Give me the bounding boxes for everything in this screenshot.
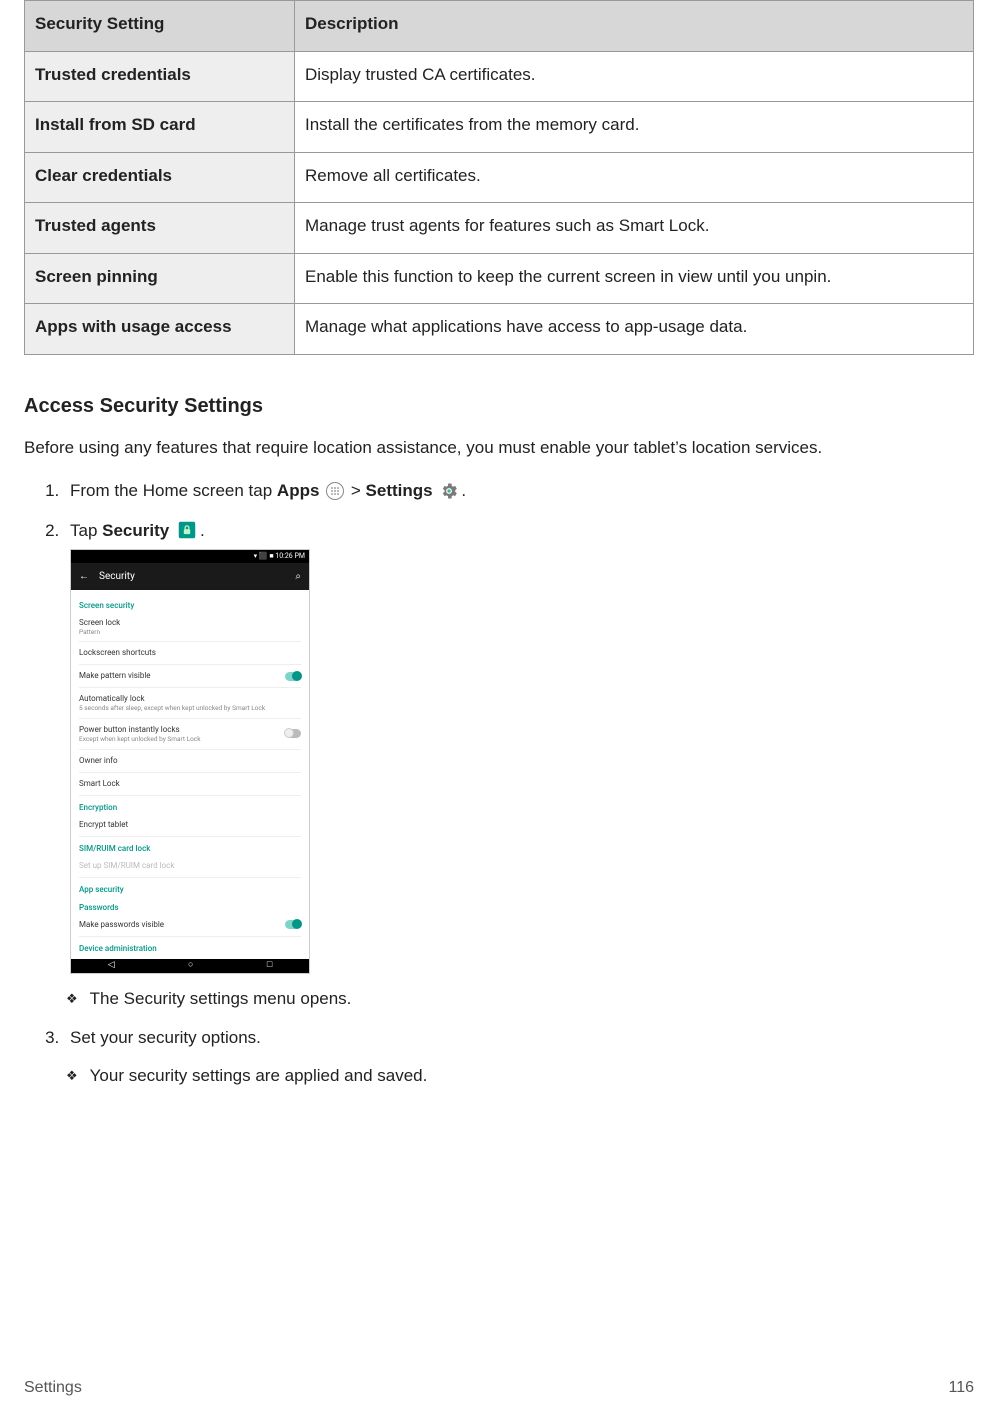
setting-name: Apps with usage access (25, 304, 295, 355)
toggle-off-icon (285, 729, 301, 738)
row-smart-lock: Smart Lock (79, 773, 301, 796)
row-make-pattern-visible: Make pattern visible (79, 665, 301, 688)
setting-desc: Install the certificates from the memory… (295, 102, 974, 153)
table-row: Screen pinning Enable this function to k… (25, 253, 974, 304)
back-arrow-icon: ← (79, 569, 89, 584)
nav-back-icon: ◁ (108, 959, 115, 973)
status-bar: ▾ ⬛ ■ 10:26 PM (71, 550, 309, 563)
setting-desc: Manage what applications have access to … (295, 304, 974, 355)
search-icon: ⌕ (295, 569, 301, 584)
setting-desc: Manage trust agents for features such as… (295, 203, 974, 254)
intro-paragraph: Before using any features that require l… (24, 435, 974, 461)
table-row: Clear credentials Remove all certificate… (25, 152, 974, 203)
category-encryption: Encryption (79, 802, 301, 814)
category-passwords: Passwords (79, 902, 301, 914)
apps-icon (326, 482, 344, 500)
table-row: Install from SD card Install the certifi… (25, 102, 974, 153)
step-3: Set your security options. Your security… (64, 1025, 974, 1088)
category-screen-security: Screen security (79, 600, 301, 612)
app-bar: ← Security ⌕ (71, 563, 309, 590)
toggle-on-icon (285, 672, 301, 681)
table-row: Apps with usage access Manage what appli… (25, 304, 974, 355)
row-encrypt-tablet: Encrypt tablet (79, 814, 301, 837)
row-make-pw-visible: Make passwords visible (79, 914, 301, 937)
table-row: Trusted credentials Display trusted CA c… (25, 51, 974, 102)
settings-gear-icon (439, 481, 459, 501)
security-settings-table: Security Setting Description Trusted cre… (24, 0, 974, 355)
section-heading-access-security: Access Security Settings (24, 391, 974, 421)
setting-name: Screen pinning (25, 253, 295, 304)
setting-name: Trusted agents (25, 203, 295, 254)
setting-name: Install from SD card (25, 102, 295, 153)
setting-name: Clear credentials (25, 152, 295, 203)
setting-name: Trusted credentials (25, 51, 295, 102)
category-app-security: App security (79, 884, 301, 896)
row-power-button-locks: Power button instantly locks Except when… (79, 719, 301, 750)
category-sim-lock: SIM/RUIM card lock (79, 843, 301, 855)
table-header-description: Description (295, 1, 974, 52)
setting-desc: Remove all certificates. (295, 152, 974, 203)
step-3-result: Your security settings are applied and s… (66, 1063, 974, 1089)
table-row: Trusted agents Manage trust agents for f… (25, 203, 974, 254)
row-owner-info: Owner info (79, 750, 301, 773)
step-2-result: The Security settings menu opens. (66, 986, 974, 1012)
nav-bar: ◁ ○ □ (71, 959, 309, 973)
security-screen-screenshot: ▾ ⬛ ■ 10:26 PM ← Security ⌕ Screen secur… (70, 549, 310, 974)
row-setup-sim: Set up SIM/RUIM card lock (79, 855, 301, 878)
footer-section-name: Settings (24, 1376, 82, 1400)
row-lockscreen-shortcuts: Lockscreen shortcuts (79, 642, 301, 665)
category-device-admin: Device administration (79, 943, 301, 955)
nav-recent-icon: □ (267, 959, 272, 973)
step-2: Tap Security . ▾ ⬛ ■ 10:26 PM ← Security… (64, 518, 974, 1012)
table-header-setting: Security Setting (25, 1, 295, 52)
security-lock-icon (176, 519, 198, 541)
footer-page-number: 116 (948, 1376, 974, 1400)
row-screen-lock: Screen lock Pattern (79, 612, 301, 643)
row-auto-lock: Automatically lock 5 seconds after sleep… (79, 688, 301, 719)
toggle-on-icon (285, 920, 301, 929)
setting-desc: Enable this function to keep the current… (295, 253, 974, 304)
appbar-title: Security (99, 569, 285, 584)
page-footer: Settings 116 (24, 1376, 974, 1400)
step-1: From the Home screen tap Apps > Settings… (64, 478, 974, 504)
setting-desc: Display trusted CA certificates. (295, 51, 974, 102)
nav-home-icon: ○ (188, 959, 193, 973)
